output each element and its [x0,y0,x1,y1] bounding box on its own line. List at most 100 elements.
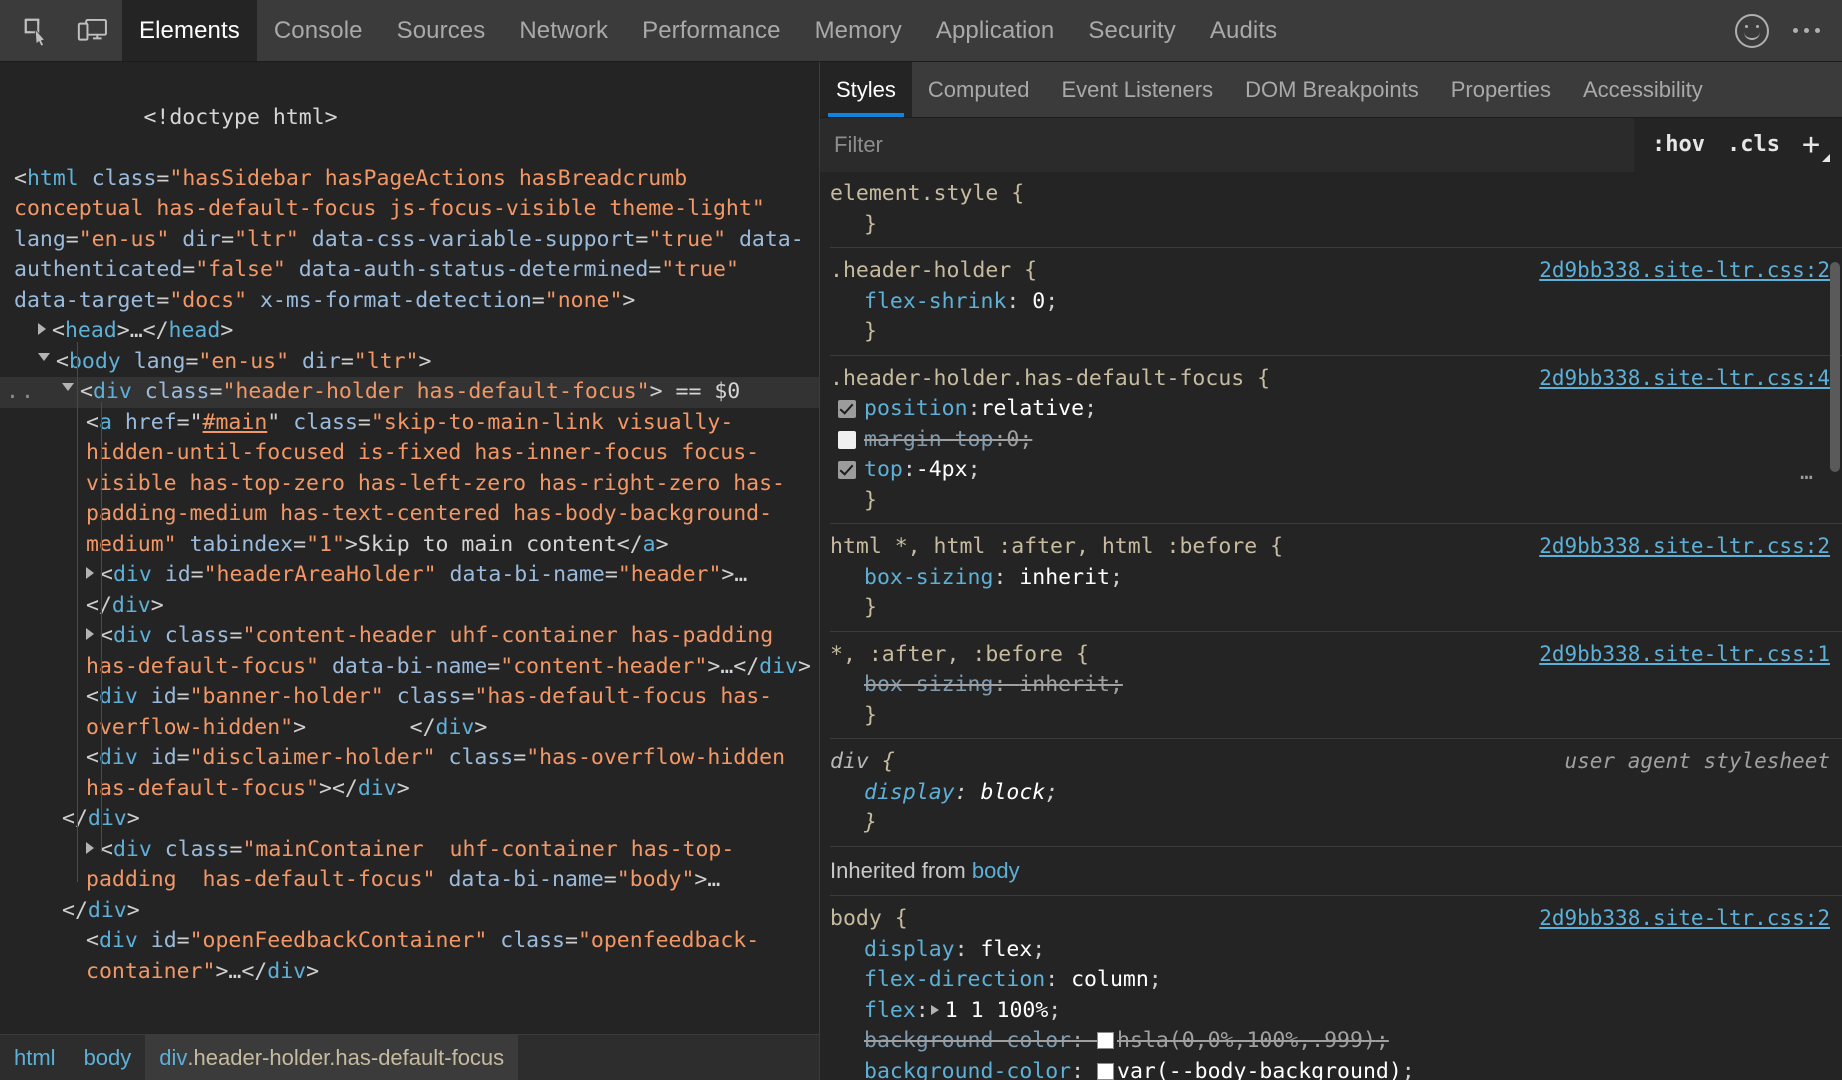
dom-tree[interactable]: <!doctype html> <html class="hasSidebar … [0,62,819,1034]
declaration-value[interactable]: var(--body-background) [1117,1059,1402,1080]
cls-toggle-button[interactable]: .cls [1727,132,1780,157]
new-style-rule-button[interactable]: + [1802,130,1820,160]
declaration[interactable]: background-color: hsla(0,0%,100%,.999); [830,1026,1842,1057]
declaration-value[interactable]: hsla(0,0%,100%,.999) [1117,1028,1376,1053]
declaration-property[interactable]: display [864,780,955,805]
declaration-enabled-checkbox[interactable] [838,400,856,418]
href-value-link[interactable]: #main [203,410,268,435]
declaration-value[interactable]: inherit [1019,672,1110,697]
declaration-value[interactable]: 0 [1006,425,1019,456]
declaration-value[interactable]: relative [981,394,1085,425]
style-rule-element-style[interactable]: element.style { } [830,172,1842,248]
device-toolbar-icon[interactable] [70,8,116,54]
breadcrumb-item-html[interactable]: html [0,1035,70,1080]
color-swatch[interactable] [1097,1063,1114,1080]
dom-row-main-container[interactable]: <div class="mainContainer uhf-container … [0,835,819,896]
rule-more-indicator[interactable]: … [1800,458,1816,489]
rule-selector[interactable]: div [830,747,869,778]
tab-elements[interactable]: Elements [122,0,257,61]
tab-network[interactable]: Network [502,0,625,61]
tab-accessibility[interactable]: Accessibility [1567,62,1719,117]
tab-console[interactable]: Console [257,0,380,61]
tab-audits[interactable]: Audits [1193,0,1294,61]
dom-row-head[interactable]: <head>…</head> [0,316,819,347]
declaration[interactable]: margin-top: 0; [830,425,1842,456]
dom-row-header-holder-close[interactable]: </div> [0,804,819,835]
rule-origin-link[interactable]: 2d9bb338.site-ltr.css:4 [1539,363,1830,394]
inspect-element-icon[interactable] [14,8,60,54]
tab-sources[interactable]: Sources [380,0,503,61]
declaration[interactable]: box-sizing: inherit; [830,563,1842,594]
inherited-from-node[interactable]: body [972,858,1020,883]
tab-computed[interactable]: Computed [912,62,1046,117]
declaration-property[interactable]: display [864,937,955,962]
color-swatch[interactable] [1097,1032,1114,1049]
rule-selector[interactable]: *, :after, :before [830,640,1063,671]
rule-origin-link[interactable]: 2d9bb338.site-ltr.css:2 [1539,903,1830,934]
tab-properties[interactable]: Properties [1435,62,1567,117]
declaration[interactable]: box-sizing: inherit; [830,670,1842,701]
rule-origin-link[interactable]: 2d9bb338.site-ltr.css:1 [1539,639,1830,670]
declaration[interactable]: flex-shrink: 0; [830,287,1842,318]
rule-selector[interactable]: .header-holder [830,256,1011,287]
declaration-value[interactable]: flex [981,937,1033,962]
declaration[interactable]: flex:1 1 100%; [830,996,1842,1027]
style-rule-body-inherited[interactable]: body { 2d9bb338.site-ltr.css:2 display: … [830,896,1842,1080]
dom-row-content-header[interactable]: <div class="content-header uhf-container… [0,621,819,682]
declaration-enabled-checkbox[interactable] [838,431,856,449]
rule-origin-link[interactable]: 2d9bb338.site-ltr.css:2 [1539,531,1830,562]
declaration[interactable]: display: flex; [830,935,1842,966]
declaration[interactable]: display: block; [830,778,1842,809]
tab-application[interactable]: Application [919,0,1072,61]
declaration-value[interactable]: block [981,780,1046,805]
declaration-value[interactable]: 0 [1032,289,1045,314]
declaration-value[interactable]: -4px [916,455,968,486]
declaration[interactable]: flex-direction: column; [830,965,1842,996]
declaration-property[interactable]: box-sizing [864,565,993,590]
declaration-property[interactable]: box-sizing [864,672,993,697]
dom-row-skip-link[interactable]: <a href="#main" class="skip-to-main-link… [0,408,819,561]
declaration-property[interactable]: background-color [864,1028,1071,1053]
style-rule-header-holder-focus[interactable]: .header-holder.has-default-focus { 2d9bb… [830,356,1842,525]
dom-row-doctype[interactable]: <!doctype html> [0,72,819,164]
dom-row-feedback-container[interactable]: <div id="openFeedbackContainer" class="o… [0,926,819,987]
dom-row-html[interactable]: <html class="hasSidebar hasPageActions h… [0,164,819,317]
tab-performance[interactable]: Performance [625,0,798,61]
dom-row-disclaimer-holder[interactable]: <div id="disclaimer-holder" class="has-o… [0,743,819,804]
rule-selector[interactable]: html *, html :after, html :before [830,532,1257,563]
dom-row-header-area-holder[interactable]: <div id="headerAreaHolder" data-bi-name=… [0,560,819,621]
rule-selector[interactable]: body [830,904,882,935]
declaration-property[interactable]: top [864,455,903,486]
style-rule-html-universal[interactable]: html *, html :after, html :before { 2d9b… [830,524,1842,632]
style-rule-header-holder[interactable]: .header-holder { 2d9bb338.site-ltr.css:2… [830,248,1842,356]
declaration-property[interactable]: background-color [864,1059,1071,1080]
declaration-property[interactable]: flex [864,998,916,1023]
dom-row-body[interactable]: <body lang="en-us" dir="ltr"> [0,347,819,378]
styles-scrollbar-thumb[interactable] [1830,262,1840,472]
rule-origin-link[interactable]: 2d9bb338.site-ltr.css:2 [1539,255,1830,286]
declaration-property[interactable]: margin-top [864,425,993,456]
rule-selector[interactable]: .header-holder.has-default-focus [830,364,1244,395]
declaration-value[interactable]: column [1071,967,1149,992]
smiley-face-icon[interactable] [1735,14,1769,48]
declaration[interactable]: position: relative; [830,394,1842,425]
declaration-property[interactable]: flex-direction [864,967,1045,992]
style-rule-universal[interactable]: *, :after, :before { 2d9bb338.site-ltr.c… [830,632,1842,740]
rule-selector[interactable]: element.style [830,179,998,210]
declaration-property[interactable]: position [864,394,968,425]
expand-shorthand-icon[interactable] [931,1005,939,1015]
declaration-value[interactable]: inherit [1019,565,1110,590]
declaration-enabled-checkbox[interactable] [838,461,856,479]
styles-filter-input[interactable] [820,118,1634,172]
kebab-menu-icon[interactable] [1793,28,1820,33]
tab-styles[interactable]: Styles [820,62,912,117]
dom-row-banner-holder[interactable]: <div id="banner-holder" class="has-defau… [0,682,819,743]
tab-security[interactable]: Security [1071,0,1193,61]
breadcrumb-item-header-holder[interactable]: div.header-holder.has-default-focus [145,1035,518,1080]
tab-dom-breakpoints[interactable]: DOM Breakpoints [1229,62,1435,117]
dom-row-main-container-close[interactable]: </div> [0,896,819,927]
dom-row-header-holder[interactable]: ..<div class="header-holder has-default-… [0,377,819,408]
tab-memory[interactable]: Memory [798,0,919,61]
declaration[interactable]: top: -4px; [830,455,1842,486]
declaration[interactable]: background-color: var(--body-background)… [830,1057,1842,1080]
